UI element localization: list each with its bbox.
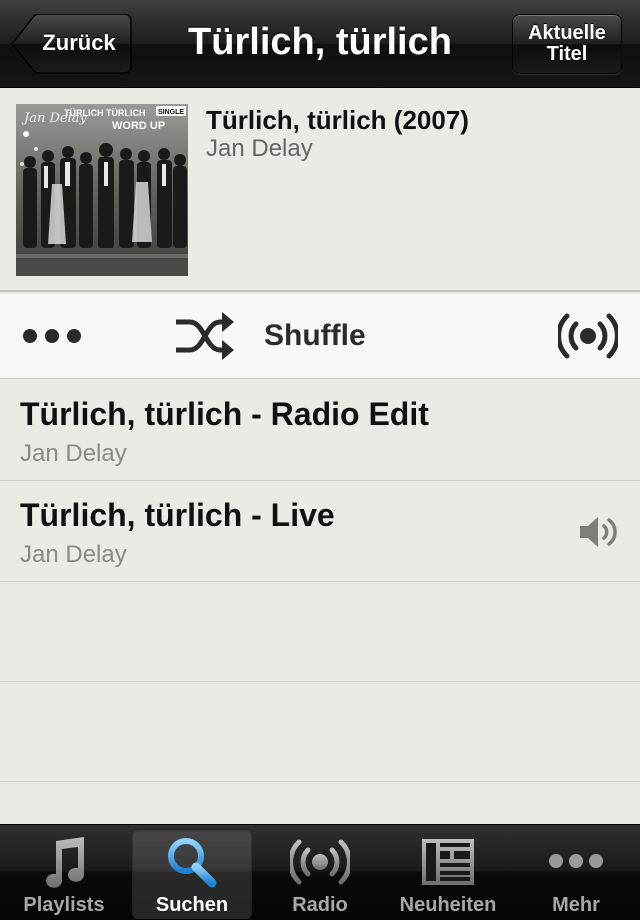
track-row[interactable]: Türlich, türlich - Live Jan Delay [0,481,640,582]
radio-broadcast-icon[interactable] [556,312,620,365]
tab-label: Suchen [155,894,229,916]
tab-neuheiten[interactable]: Neuheiten [388,829,508,919]
search-icon [132,835,252,893]
track-artist: Jan Delay [20,440,127,467]
empty-row [0,582,640,682]
cover-title-text: TÜRLICH TÜRLICH [64,108,146,118]
track-title: Türlich, türlich - Live [20,497,335,533]
tab-radio[interactable]: Radio [260,829,380,919]
now-playing-label-line2: Titel [546,43,588,65]
more-dots-icon[interactable] [22,326,84,351]
now-playing-label-line1: Aktuelle [528,22,606,44]
tab-bar: Playlists Suchen Radio Neuheiten Mehr [0,824,640,920]
navigation-bar: Zurück Türlich, türlich Aktuelle Titel [0,0,640,88]
empty-row [0,682,640,782]
cover-badge-text: SINGLE [158,109,184,116]
album-title: Türlich, türlich (2007) [206,105,469,135]
back-button[interactable]: Zurück [10,14,132,74]
speaker-icon [578,514,620,555]
radio-icon [260,835,380,893]
tab-label: Playlists [23,894,105,916]
shuffle-row[interactable]: Shuffle [0,294,640,379]
tab-label: Neuheiten [399,894,497,916]
page-title: Türlich, türlich [188,21,452,63]
album-artist: Jan Delay [206,135,313,162]
tab-mehr[interactable]: Mehr [516,829,636,919]
tab-playlists[interactable]: Playlists [4,829,124,919]
more-icon [516,835,636,893]
track-row[interactable]: Türlich, türlich - Radio Edit Jan Delay [0,380,640,481]
album-cover-art: Jan Delay TÜRLICH TÜRLICH WORD UP SINGLE [16,104,188,276]
now-playing-button[interactable]: Aktuelle Titel [512,14,622,74]
music-note-icon [4,835,124,893]
tab-label: Mehr [552,894,600,916]
album-cover[interactable]: Jan Delay TÜRLICH TÜRLICH WORD UP SINGLE [16,104,188,276]
shuffle-icon[interactable] [174,310,236,367]
tab-suchen[interactable]: Suchen [132,829,252,919]
tab-label: Radio [292,894,348,916]
back-button-label: Zurück [42,30,116,55]
track-title: Türlich, türlich - Radio Edit [20,396,429,432]
shuffle-label[interactable]: Shuffle [264,294,366,378]
cover-subtitle-text: WORD UP [112,120,165,132]
album-header: Jan Delay TÜRLICH TÜRLICH WORD UP SINGLE [0,89,640,292]
track-artist: Jan Delay [20,541,127,568]
news-icon [388,835,508,893]
